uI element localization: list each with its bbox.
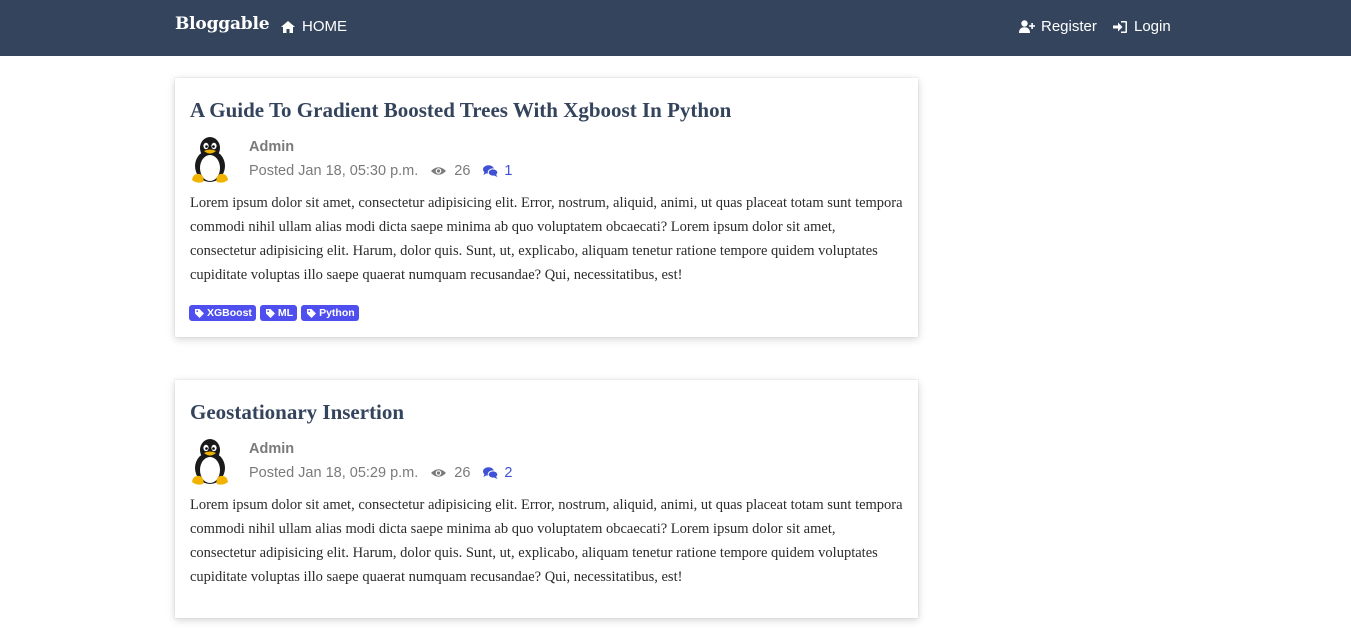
eye-icon (431, 468, 447, 478)
view-count-value: 26 (454, 163, 471, 179)
nav-register-label: Register (1041, 18, 1097, 35)
comment-count-value: 2 (504, 465, 513, 481)
brand-logo[interactable]: Bloggable (175, 14, 270, 34)
top-navbar: Bloggable HOME Register Login (0, 0, 1351, 56)
tag-label: XGBoost (207, 307, 252, 319)
tag-icon (195, 308, 204, 318)
post-meta: Posted Jan 18, 05:30 p.m. 26 1 (249, 163, 513, 179)
comment-count-link[interactable]: 1 (483, 163, 513, 179)
comment-count-link[interactable]: 2 (483, 465, 513, 481)
view-count-value: 26 (454, 465, 471, 481)
home-icon (280, 20, 296, 34)
nav-register-link[interactable]: Register (1019, 18, 1097, 35)
comments-icon (483, 467, 499, 479)
comments-icon (483, 165, 499, 177)
post-meta: Posted Jan 18, 05:29 p.m. 26 2 (249, 465, 513, 481)
nav-home-link[interactable]: HOME (280, 18, 347, 35)
post-date: Posted Jan 18, 05:29 p.m. (249, 465, 419, 481)
tag-label: ML (277, 307, 294, 319)
tag-chip[interactable]: Python (301, 305, 359, 321)
post-excerpt: Lorem ipsum dolor sit amet, consectetur … (190, 195, 903, 283)
eye-icon (431, 166, 447, 176)
nav-home-label: HOME (302, 18, 347, 35)
tag-icon (307, 308, 317, 318)
tag-list: XGBoost ML Python (189, 305, 359, 321)
tag-chip[interactable]: ML (259, 305, 298, 321)
post-date: Posted Jan 18, 05:30 p.m. (249, 163, 419, 179)
nav-login-link[interactable]: Login (1112, 18, 1171, 35)
post-excerpt: Lorem ipsum dolor sit amet, consectetur … (190, 497, 903, 585)
tag-chip[interactable]: XGBoost (189, 305, 256, 321)
post-title[interactable]: A Guide To Gradient Boosted Trees With X… (190, 98, 731, 123)
author-avatar (189, 136, 231, 184)
author-avatar (189, 438, 231, 486)
user-plus-icon (1019, 20, 1035, 34)
view-count: 26 (431, 163, 470, 179)
post-card: A Guide To Gradient Boosted Trees With X… (175, 78, 918, 337)
nav-login-label: Login (1134, 18, 1171, 35)
view-count: 26 (431, 465, 470, 481)
comment-count-value: 1 (504, 163, 513, 179)
sign-in-icon (1112, 20, 1128, 34)
tag-icon (265, 308, 275, 318)
author-name[interactable]: Admin (249, 139, 294, 155)
post-card: Geostationary Insertion Admin Posted Jan… (175, 380, 918, 618)
tag-label: Python (319, 307, 355, 319)
post-title[interactable]: Geostationary Insertion (190, 400, 404, 425)
author-name[interactable]: Admin (249, 441, 294, 457)
